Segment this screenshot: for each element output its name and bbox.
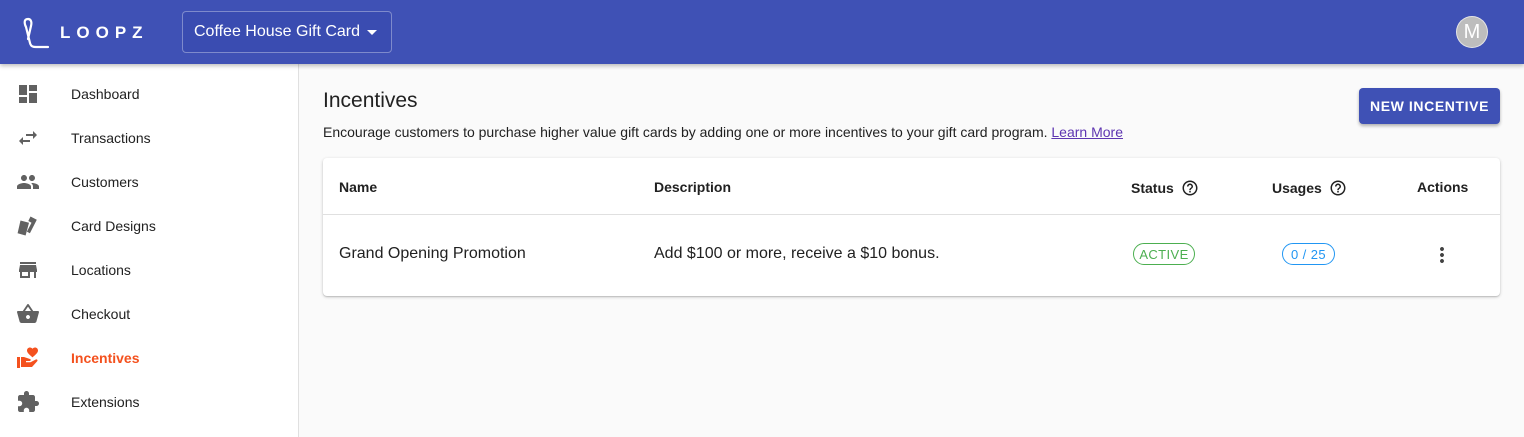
sidebar-item-dashboard[interactable]: Dashboard <box>0 72 298 116</box>
sidebar-item-label: Dashboard <box>71 86 140 102</box>
swap-arrows-icon <box>19 131 37 145</box>
store-icon <box>19 262 37 278</box>
usages-badge: 0 / 25 <box>1282 243 1335 265</box>
column-header-description[interactable]: Description <box>654 179 731 195</box>
help-icon[interactable] <box>1181 179 1199 197</box>
page-title: Incentives <box>323 89 418 112</box>
sidebar-item-label: Card Designs <box>71 218 156 234</box>
header-divider <box>323 214 1500 215</box>
logo-text: LOOPZ <box>60 23 149 42</box>
new-incentive-button[interactable]: NEW INCENTIVE <box>1359 88 1500 124</box>
page-description: Encourage customers to purchase higher v… <box>323 124 1123 140</box>
people-icon <box>17 175 39 189</box>
sidebar: Dashboard Transactions Customers Card De… <box>0 64 299 437</box>
sidebar-item-incentives[interactable]: Incentives <box>0 336 298 380</box>
sidebar-item-label: Locations <box>71 262 131 278</box>
caret-down-icon <box>367 30 377 35</box>
top-app-bar: LOOPZ Coffee House Gift Card M <box>0 0 1524 64</box>
logo[interactable]: LOOPZ <box>22 17 149 49</box>
sidebar-item-locations[interactable]: Locations <box>0 248 298 292</box>
program-selector[interactable]: Coffee House Gift Card <box>182 11 392 53</box>
sidebar-item-extensions[interactable]: Extensions <box>0 380 298 424</box>
sidebar-item-label: Transactions <box>71 130 151 146</box>
incentives-table: Name Description Status Usages Actions G… <box>323 158 1500 296</box>
status-badge: ACTIVE <box>1133 243 1195 265</box>
dashboard-icon <box>19 85 37 103</box>
column-header-usages: Usages <box>1272 179 1347 197</box>
column-header-label: Name <box>339 179 378 195</box>
puzzle-icon <box>18 391 39 412</box>
column-header-label: Description <box>654 179 732 195</box>
sidebar-item-transactions[interactable]: Transactions <box>0 116 298 160</box>
help-icon[interactable] <box>1329 179 1347 197</box>
basket-icon <box>17 304 39 323</box>
sidebar-item-card-designs[interactable]: Card Designs <box>0 204 298 248</box>
sidebar-item-customers[interactable]: Customers <box>0 160 298 204</box>
avatar[interactable]: M <box>1456 16 1488 48</box>
column-header-status: Status <box>1131 179 1199 197</box>
incentive-description: Add $100 or more, receive a $10 bonus. <box>654 245 940 262</box>
cards-icon <box>17 216 37 236</box>
sidebar-item-label: Customers <box>71 174 139 190</box>
incentive-name: Grand Opening Promotion <box>339 245 526 262</box>
loopz-logo-icon <box>23 17 50 49</box>
column-header-name[interactable]: Name <box>339 179 377 195</box>
column-header-label: Actions <box>1417 179 1469 195</box>
page-description-text: Encourage customers to purchase higher v… <box>323 124 1048 140</box>
sidebar-item-label: Checkout <box>71 306 131 322</box>
sidebar-item-label: Incentives <box>71 350 140 366</box>
sidebar-item-checkout[interactable]: Checkout <box>0 292 298 336</box>
learn-more-link[interactable]: Learn More <box>1051 124 1123 140</box>
sidebar-item-label: Extensions <box>71 394 140 410</box>
column-header-label: Usages <box>1272 180 1322 196</box>
more-vert-icon[interactable] <box>1430 243 1454 267</box>
program-selector-value: Coffee House Gift Card <box>194 23 361 40</box>
column-header-actions: Actions <box>1417 179 1468 195</box>
heart-hand-icon <box>17 347 38 368</box>
column-header-label: Status <box>1131 180 1174 196</box>
